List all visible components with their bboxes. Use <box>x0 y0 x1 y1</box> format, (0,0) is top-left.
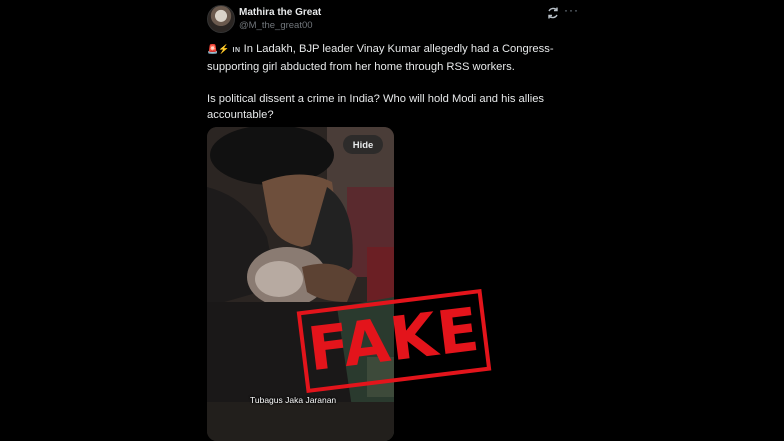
video-frame-image <box>207 127 394 441</box>
in-badge: IN <box>232 47 241 54</box>
siren-emoji-icon: 🚨⚡ <box>207 44 230 54</box>
grok-refresh-icon[interactable] <box>546 6 560 20</box>
tweet-body: 🚨⚡ IN In Ladakh, BJP leader Vinay Kumar … <box>207 41 577 123</box>
tweet-paragraph-1: In Ladakh, BJP leader Vinay Kumar allege… <box>207 43 554 73</box>
tweet-card: Mathira the Great @M_the_great00 ··· 🚨⚡ … <box>0 0 784 441</box>
tweet-video[interactable] <box>207 127 394 441</box>
author-display-name[interactable]: Mathira the Great <box>239 7 321 18</box>
tweet-paragraph-2: Is political dissent a crime in India? W… <box>207 93 548 121</box>
author-avatar[interactable] <box>207 5 235 33</box>
video-caption: Tubagus Jaka Jaranan <box>250 395 337 405</box>
author-handle[interactable]: @M_the_great00 <box>239 20 313 31</box>
hide-media-button[interactable]: Hide <box>343 135 383 154</box>
more-dots-icon[interactable]: ··· <box>564 3 579 17</box>
